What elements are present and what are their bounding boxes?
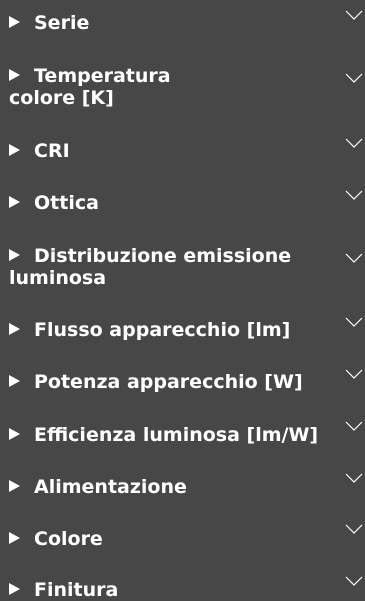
filter-label: CRI bbox=[34, 140, 70, 162]
triangle-right-icon bbox=[9, 196, 20, 208]
filter-label: Alimentazione bbox=[34, 476, 187, 498]
triangle-right-icon bbox=[9, 144, 20, 156]
triangle-right-icon bbox=[9, 532, 20, 544]
triangle-right-icon bbox=[9, 323, 20, 335]
filter-finitura[interactable]: Finitura bbox=[9, 579, 349, 601]
filter-label: Potenza apparecchio [W] bbox=[34, 371, 303, 393]
filter-serie[interactable]: Serie bbox=[9, 12, 349, 34]
filter-label: Temperatura bbox=[34, 65, 171, 87]
filter-ottica[interactable]: Ottica bbox=[9, 192, 349, 214]
chevron-down-icon[interactable] bbox=[345, 575, 363, 587]
filter-label: Colore bbox=[34, 528, 103, 550]
chevron-down-icon[interactable] bbox=[345, 368, 363, 380]
chevron-down-icon[interactable] bbox=[345, 316, 363, 328]
filter-label: Ottica bbox=[34, 192, 99, 214]
triangle-right-icon bbox=[9, 16, 20, 28]
triangle-right-icon bbox=[9, 375, 20, 387]
filter-alimentazione[interactable]: Alimentazione bbox=[9, 476, 349, 498]
filter-panel: Serie Temperatura colore [K] CRI Ottica … bbox=[0, 0, 365, 601]
filter-temperatura-colore[interactable]: Temperatura colore [K] bbox=[9, 65, 349, 109]
filter-label: Efficienza luminosa [lm/W] bbox=[34, 424, 319, 446]
chevron-down-icon[interactable] bbox=[345, 472, 363, 484]
triangle-right-icon bbox=[9, 583, 20, 595]
filter-label: Flusso apparecchio [lm] bbox=[34, 319, 291, 341]
filter-label-line2: luminosa bbox=[9, 267, 107, 289]
filter-colore[interactable]: Colore bbox=[9, 528, 349, 550]
triangle-right-icon bbox=[9, 249, 20, 261]
triangle-right-icon bbox=[9, 428, 20, 440]
chevron-down-icon[interactable] bbox=[345, 189, 363, 201]
filter-label: Serie bbox=[34, 12, 90, 34]
chevron-down-icon[interactable] bbox=[345, 420, 363, 432]
chevron-down-icon[interactable] bbox=[345, 72, 363, 84]
chevron-down-icon[interactable] bbox=[345, 523, 363, 535]
triangle-right-icon bbox=[9, 69, 20, 81]
filter-distribuzione-emissione[interactable]: Distribuzione emissione luminosa bbox=[9, 245, 349, 289]
filter-label-line2: colore [K] bbox=[9, 87, 114, 109]
filter-potenza-apparecchio[interactable]: Potenza apparecchio [W] bbox=[9, 371, 349, 393]
filter-label: Finitura bbox=[34, 579, 119, 601]
filter-efficienza-luminosa[interactable]: Efficienza luminosa [lm/W] bbox=[9, 424, 349, 446]
filter-flusso-apparecchio[interactable]: Flusso apparecchio [lm] bbox=[9, 319, 349, 341]
filter-label: Distribuzione emissione bbox=[34, 245, 292, 267]
triangle-right-icon bbox=[9, 480, 20, 492]
chevron-down-icon[interactable] bbox=[345, 137, 363, 149]
filter-cri[interactable]: CRI bbox=[9, 140, 349, 162]
chevron-down-icon[interactable] bbox=[345, 252, 363, 264]
chevron-down-icon[interactable] bbox=[345, 9, 363, 21]
